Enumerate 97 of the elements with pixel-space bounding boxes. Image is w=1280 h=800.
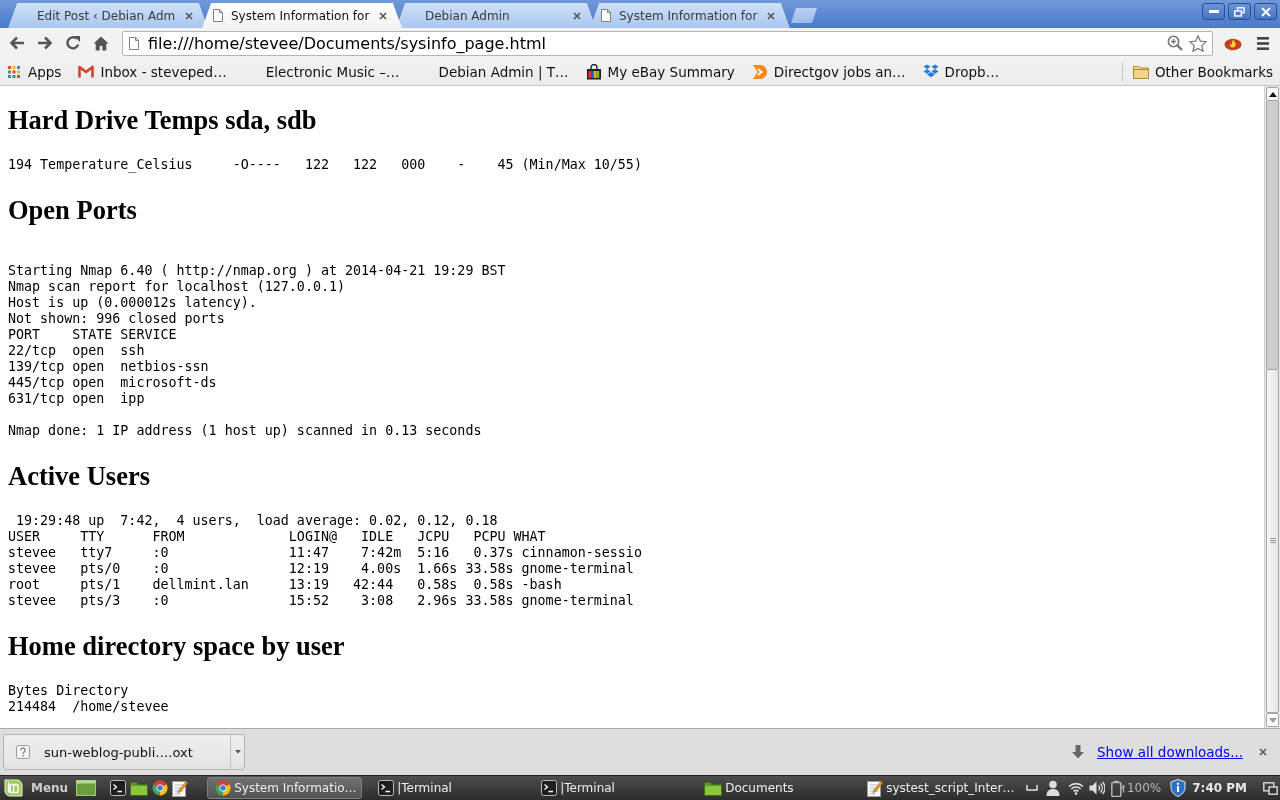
leaf-logo-icon <box>4 779 23 797</box>
browser-icon[interactable] <box>152 780 169 796</box>
space-bar-icon[interactable] <box>1025 785 1038 791</box>
scrollbar-thumb[interactable] <box>1266 368 1279 713</box>
output-line: Host is up (0.000012s latency). <box>8 295 257 311</box>
show-desktop-icon[interactable] <box>76 780 97 796</box>
section-heading: Active Users <box>8 462 151 490</box>
bookmark-item[interactable]: My eBay Summary <box>579 59 746 84</box>
taskbar-window-button[interactable]: |Terminal <box>370 777 526 799</box>
unknown-file-icon <box>16 745 30 759</box>
forward-icon[interactable] <box>37 36 53 50</box>
output-line: root pts/1 dellmint.lan 13:19 42:44 0.58s 0.58s -bash <box>8 577 562 593</box>
output-line: stevee tty7 :0 11:47 7:42m 5:16 0.37s cinnamon-sessio <box>8 545 642 561</box>
browser-icon <box>215 780 232 796</box>
menu-button[interactable]: Menu <box>0 776 74 800</box>
section-heading: Home directory space by user <box>8 632 346 660</box>
taskbar-window-button[interactable]: System Informatio… <box>207 777 363 799</box>
wifi-icon[interactable] <box>1067 781 1084 795</box>
text-editor-icon <box>867 779 884 797</box>
output-line: stevee pts/3 :0 15:52 3:08 2.96s 33.58s gnome-terminal <box>8 593 634 609</box>
tab[interactable]: System Information for <box>590 3 790 28</box>
back-icon[interactable] <box>9 36 25 50</box>
bookmark-item[interactable]: Dropb… <box>916 59 1011 84</box>
grid-icon <box>8 65 20 78</box>
output-line: 631/tcp open ipp <box>8 391 145 407</box>
show-all-downloads-link[interactable]: Show all downloads... <box>1097 744 1243 760</box>
arrow-icon <box>751 63 768 80</box>
shopping-bag-icon <box>585 63 602 80</box>
grip-icon <box>1269 538 1276 544</box>
reload-icon[interactable] <box>65 35 81 51</box>
minimize-icon <box>1208 10 1219 13</box>
taskbar-window-button[interactable]: Documents <box>696 777 852 799</box>
bookmark-item[interactable]: Electronic Music –… <box>237 59 411 84</box>
m-letter-icon <box>78 65 95 78</box>
caret-icon <box>234 750 241 754</box>
user-icon[interactable] <box>1045 780 1060 796</box>
star-icon[interactable] <box>1189 34 1207 52</box>
close-icon[interactable] <box>185 11 193 20</box>
up-arrow-icon <box>1268 91 1277 97</box>
section-heading: Hard Drive Temps sda, sdb <box>8 106 318 134</box>
battery-icon[interactable] <box>1110 779 1126 797</box>
taskbar-window-button[interactable]: systest_script_Inter… <box>859 777 1015 799</box>
terminal-icon <box>378 780 395 796</box>
tab[interactable]: System Information for <box>202 3 402 28</box>
close-icon[interactable] <box>1259 748 1267 756</box>
scroll-down-button[interactable] <box>1266 713 1279 727</box>
output-line: Nmap done: 1 IP address (1 host up) scanned in 0.13 seconds <box>8 423 482 439</box>
clock[interactable]: 7:40 PM <box>1192 781 1247 795</box>
close-icon <box>1260 6 1271 17</box>
close-icon[interactable] <box>767 11 775 20</box>
text-editor-icon[interactable] <box>172 779 189 797</box>
close-icon[interactable] <box>379 11 387 20</box>
download-arrow-icon <box>1072 745 1085 759</box>
folder-icon[interactable] <box>130 780 149 796</box>
output-line: USER TTY FROM LOGIN@ IDLE JCPU PCPU WHAT <box>8 529 546 545</box>
download-menu-button[interactable] <box>230 735 244 769</box>
bookmark-item[interactable]: Directgov jobs an… <box>745 59 917 84</box>
restore-button[interactable] <box>1228 3 1251 20</box>
output-line: 445/tcp open microsoft-ds <box>8 375 217 391</box>
output-line: 194 Temperature_Celsius -O---- 122 122 000 - 45 (Min/Max 10/55) <box>8 157 642 173</box>
down-arrow-icon <box>1268 717 1277 723</box>
folder-icon <box>1132 64 1149 79</box>
address-bar[interactable]: file:///home/stevee/Documents/sysinfo_page.html <box>122 30 1213 56</box>
terminal-icon <box>541 780 558 796</box>
shield-icon[interactable] <box>1170 779 1187 797</box>
output-line: Nmap scan report for localhost (127.0.0.1) <box>8 279 346 295</box>
window-list-icon[interactable] <box>1263 781 1278 795</box>
taskbar-window-button[interactable]: |Terminal <box>533 777 689 799</box>
home-icon[interactable] <box>93 35 109 51</box>
bookmark-item[interactable]: Apps <box>0 59 73 84</box>
terminal-icon[interactable] <box>110 780 127 796</box>
bookmark-item[interactable]: Debian Admin | T… <box>410 59 580 84</box>
volume-icon[interactable] <box>1088 781 1105 795</box>
minimize-button[interactable] <box>1202 3 1225 20</box>
restore-icon <box>1234 6 1245 17</box>
output-line: Not shown: 996 closed ports <box>8 311 225 327</box>
scroll-up-button[interactable] <box>1266 87 1279 101</box>
output-line: 19:29:48 up 7:42, 4 users, load average: 0.02, 0.12, 0.18 <box>15 513 498 529</box>
page-icon <box>129 36 139 50</box>
output-line: 214484 /home/stevee <box>8 699 169 715</box>
download-item[interactable]: sun-weblog-publi….oxt <box>3 734 245 770</box>
output-line: 139/tcp open netbios-ssn <box>8 359 209 375</box>
section-heading: Open Ports <box>8 196 138 224</box>
output-line: stevee pts/0 :0 12:19 4.00s 1.66s 33.58s gnome-terminal <box>8 561 634 577</box>
battery-percentage: 100% <box>1126 781 1162 795</box>
output-line: PORT STATE SERVICE <box>8 327 177 343</box>
zoom-icon[interactable] <box>1167 35 1183 51</box>
menu-icon[interactable] <box>1257 36 1269 50</box>
close-button[interactable] <box>1254 3 1277 20</box>
output-line: 22/tcp open ssh <box>8 343 145 359</box>
other-bookmarks-button[interactable]: Other Bookmarks <box>1127 59 1280 84</box>
box-icon <box>922 64 939 79</box>
output-line: Starting Nmap 6.40 ( http://nmap.org ) at 2014-04-21 19:29 BST <box>8 263 506 279</box>
output-line: Bytes Directory <box>8 683 129 699</box>
bookmark-item[interactable]: Inbox - steveped… <box>72 59 238 84</box>
close-icon[interactable] <box>573 11 581 20</box>
folder-icon <box>704 780 723 796</box>
